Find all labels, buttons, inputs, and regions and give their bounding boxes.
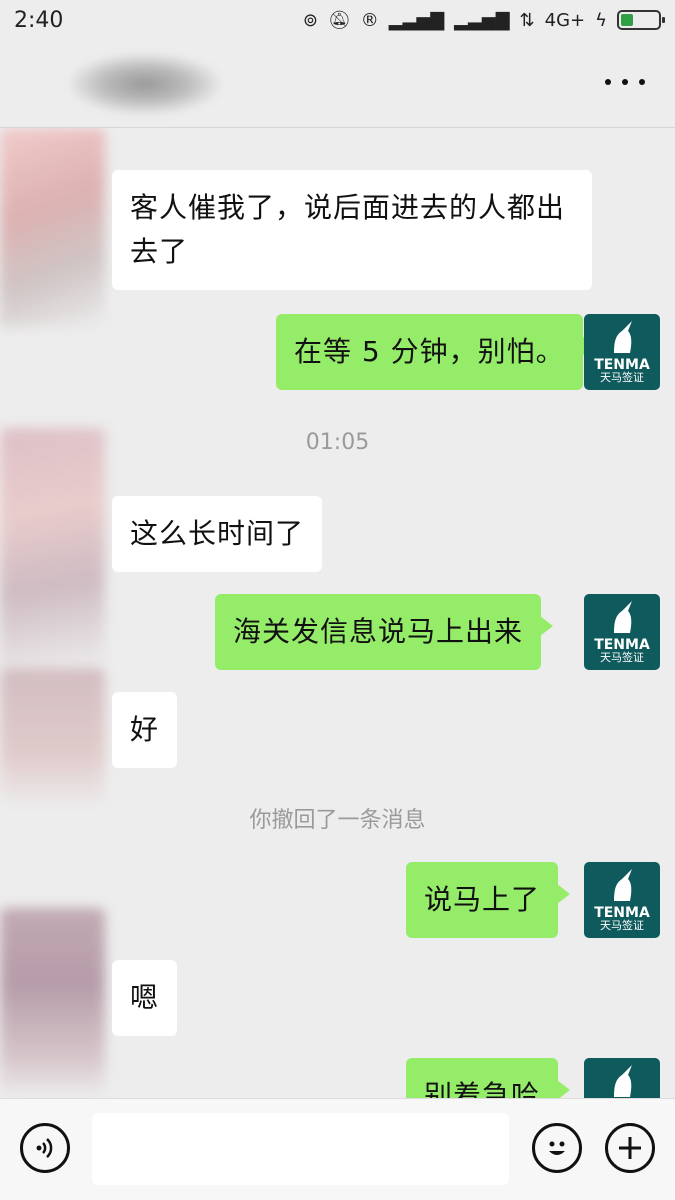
contact-avatar-blurred (0, 668, 105, 808)
network-type: 4G+ (544, 9, 586, 31)
avatar-brand: TENMA (594, 905, 650, 921)
message-bubble-outgoing[interactable]: 海关发信息说马上出来 (215, 594, 554, 670)
unicorn-logo-icon (614, 601, 632, 633)
message-bubble-incoming[interactable]: 这么长时间了 (112, 496, 323, 572)
contact-avatar-blurred (0, 128, 105, 328)
message-input[interactable] (92, 1113, 509, 1185)
emoji-button[interactable] (532, 1123, 582, 1173)
chat-header (0, 40, 675, 128)
signal-icon: ▂▃▅▇ (388, 9, 445, 31)
charging-icon: ϟ (595, 9, 607, 31)
my-avatar[interactable]: TENMA 天马签证 (584, 314, 660, 390)
voice-icon (36, 1138, 53, 1158)
unicorn-logo-icon (614, 321, 632, 353)
status-bar: 2:40 ⊚ 🔕︎ ® ▂▃▅▇ ▂▃▅▇ ⇅ 4G+ ϟ (0, 0, 675, 40)
message-bubble-incoming[interactable]: 客人催我了，说后面进去的人都出去了 (112, 170, 592, 290)
my-avatar[interactable]: TENMA 天马签证 (584, 594, 660, 670)
plus-button[interactable] (605, 1123, 655, 1173)
my-avatar[interactable]: TENMA 天马签证 (584, 1058, 660, 1098)
mute-bell-icon: 🔕︎ (327, 9, 351, 31)
contact-avatar-blurred (0, 908, 105, 1098)
avatar-brand: TENMA (594, 357, 650, 373)
plus-icon (619, 1137, 641, 1159)
data-arrows-icon: ⇅ (519, 9, 535, 31)
signal-icon-2: ▂▃▅▇ (454, 9, 510, 31)
more-options-button[interactable] (605, 70, 645, 94)
avatar-brand-sub: 天马签证 (600, 919, 644, 932)
status-time: 2:40 (14, 7, 64, 33)
message-row: 别着急哈 (406, 1058, 571, 1098)
timestamp: 01:05 (305, 430, 370, 455)
message-row: 说马上了 (406, 862, 571, 938)
chat-area[interactable]: 客人催我了，说后面进去的人都出去了 在等 5 分钟，别怕。 TENMA 天马签证… (0, 128, 675, 1098)
message-bubble-outgoing[interactable]: 在等 5 分钟，别怕。 (276, 314, 595, 390)
dot-icon (639, 79, 645, 85)
message-bubble-outgoing[interactable]: 别着急哈 (406, 1058, 571, 1098)
message-bubble-incoming[interactable]: 嗯 (112, 960, 178, 1036)
message-row: 海关发信息说马上出来 (215, 594, 554, 670)
contact-avatar-blurred (0, 428, 105, 668)
my-avatar[interactable]: TENMA 天马签证 (584, 862, 660, 938)
emoji-icon (549, 1141, 565, 1155)
avatar-brand-sub: 天马签证 (600, 651, 644, 664)
battery-icon (617, 10, 665, 30)
message-row: 嗯 (112, 960, 178, 1036)
message-bubble-outgoing[interactable]: 说马上了 (406, 862, 571, 938)
message-bubble-incoming[interactable]: 好 (112, 692, 178, 768)
message-row: 好 (112, 692, 178, 768)
link-icon: ⊚ (302, 9, 318, 31)
input-bar (0, 1098, 675, 1200)
dot-icon (622, 79, 628, 85)
system-note: 你撤回了一条消息 (249, 808, 426, 833)
registered-icon: ® (360, 9, 379, 31)
dot-icon (605, 79, 611, 85)
voice-button[interactable] (20, 1123, 70, 1173)
message-row: 这么长时间了 (112, 496, 323, 572)
message-row: 客人催我了，说后面进去的人都出去了 (112, 170, 592, 290)
status-icons: ⊚ 🔕︎ ® ▂▃▅▇ ▂▃▅▇ ⇅ 4G+ ϟ (302, 9, 665, 31)
avatar-brand: TENMA (594, 637, 650, 653)
unicorn-logo-icon (614, 869, 632, 901)
contact-name-blurred (70, 54, 220, 114)
avatar-brand-sub: 天马签证 (600, 371, 644, 384)
unicorn-logo-icon (614, 1065, 632, 1097)
message-row: 在等 5 分钟，别怕。 (276, 314, 595, 390)
